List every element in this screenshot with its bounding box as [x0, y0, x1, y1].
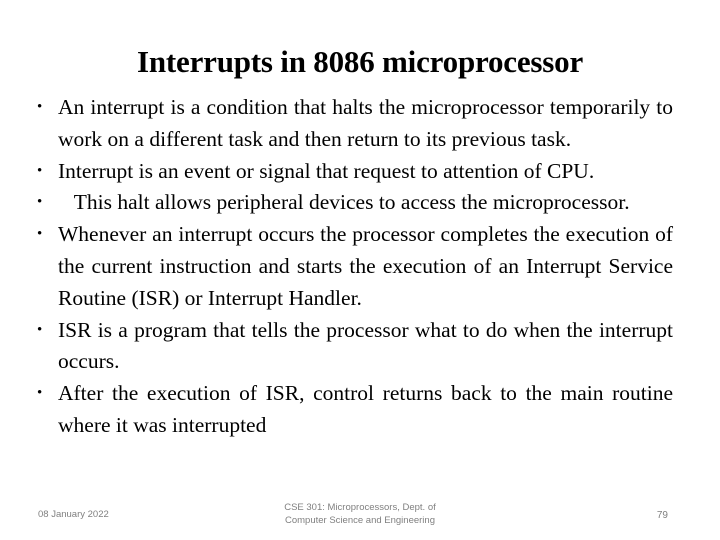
- bullet-text-return-main: After the execution of ISR, control retu…: [58, 381, 673, 437]
- footer-course-line-2: Computer Science and Engineering: [285, 514, 435, 526]
- bullet-text-halt-peripheral: This halt allows peripheral devices to a…: [73, 190, 630, 215]
- bullet-item-isr-program: ISR is a program that tells the processo…: [27, 315, 673, 379]
- bullet-lead-indent: [58, 190, 74, 214]
- bullet-text-event-signal: Interrupt is an event or signal that req…: [58, 158, 595, 183]
- bullet-list: An interrupt is a condition that halts t…: [27, 92, 673, 442]
- bullet-text-processor-flow: Whenever an interrupt occurs the process…: [58, 222, 673, 310]
- bullet-item-definition: An interrupt is a condition that halts t…: [27, 92, 673, 156]
- bullet-item-event-signal: Interrupt is an event or signal that req…: [27, 156, 673, 188]
- bullet-item-processor-flow: Whenever an interrupt occurs the process…: [27, 219, 673, 314]
- footer-date: 08 January 2022: [38, 509, 109, 520]
- footer-course-line-1: CSE 301: Microprocessors, Dept. of: [284, 502, 436, 513]
- bullet-text-isr-program: ISR is a program that tells the processo…: [58, 317, 673, 374]
- footer-page-number: 79: [656, 510, 668, 521]
- bullet-item-halt-peripheral: This halt allows peripheral devices to a…: [27, 187, 673, 219]
- footer-course-info: CSE 301: Microprocessors, Dept. of Compu…: [240, 502, 480, 527]
- bullet-text-definition: An interrupt is a condition that halts t…: [58, 95, 673, 151]
- slide-title: Interrupts in 8086 microprocessor: [136, 43, 584, 79]
- bullet-item-return-main: After the execution of ISR, control retu…: [27, 378, 673, 442]
- slide: Interrupts in 8086 microprocessor An int…: [0, 0, 720, 540]
- slide-footer: 08 January 2022 CSE 301: Microprocessors…: [0, 500, 720, 540]
